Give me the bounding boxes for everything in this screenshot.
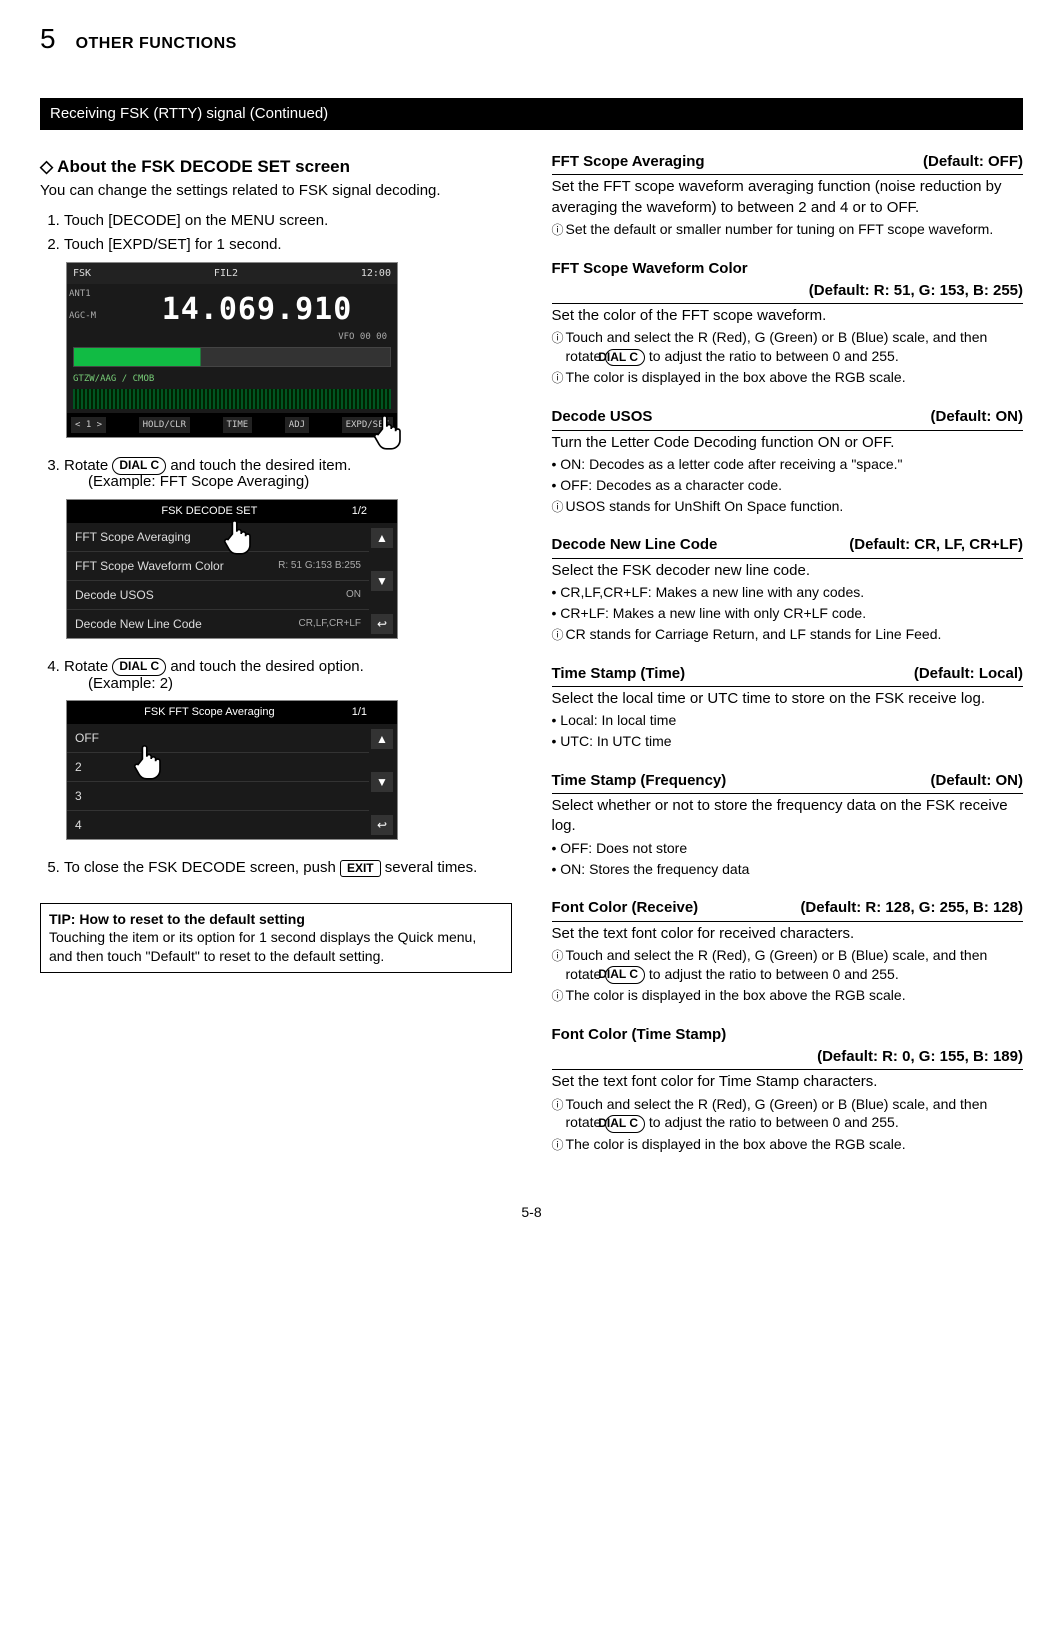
subsection-heading: ◇ About the FSK DECODE SET screen	[40, 156, 512, 179]
tip-heading: TIP: How to reset to the default setting	[49, 911, 305, 927]
setting-timestamp-frequency: Time Stamp (Frequency)(Default: ON) Sele…	[552, 771, 1024, 879]
ss1-clock: 12:00	[361, 267, 391, 281]
chapter-title: OTHER FUNCTIONS	[76, 33, 237, 55]
right-column: FFT Scope Averaging(Default: OFF) Set th…	[552, 152, 1024, 1173]
setting-fft-waveform-color: FFT Scope Waveform Color (Default: R: 51…	[552, 259, 1024, 388]
step-2: Touch [EXPD/SET] for 1 second.	[64, 235, 512, 255]
radio-screenshot-2: FSK DECODE SET1/2 FFT Scope Averaging FF…	[66, 499, 398, 640]
setting-decode-usos: Decode USOS(Default: ON) Turn the Letter…	[552, 407, 1024, 515]
step-4: Rotate DIAL C and touch the desired opti…	[64, 657, 512, 694]
section-bar: Receiving FSK (RTTY) signal (Continued)	[40, 98, 1023, 130]
ss1-meter	[73, 347, 391, 367]
setting-font-color-timestamp: Font Color (Time Stamp) (Default: R: 0, …	[552, 1025, 1024, 1154]
setting-timestamp-time: Time Stamp (Time)(Default: Local) Select…	[552, 664, 1024, 751]
radio-screenshot-3: FSK FFT Scope Averaging1/1 OFF 2 3 4 ▲ ▼…	[66, 700, 398, 841]
tip-body: Touching the item or its option for 1 se…	[49, 929, 476, 964]
dial-c-key: DIAL C	[605, 1115, 645, 1133]
setting-decode-newline: Decode New Line Code(Default: CR, LF, CR…	[552, 535, 1024, 643]
exit-key: EXIT	[340, 860, 381, 878]
ss1-filter: FIL2	[214, 267, 238, 281]
touch-hand-icon	[217, 512, 261, 556]
tip-box: TIP: How to reset to the default setting…	[40, 903, 512, 974]
dial-c-key: DIAL C	[605, 966, 645, 984]
step-3: Rotate DIAL C and touch the desired item…	[64, 456, 512, 493]
setting-fft-averaging: FFT Scope Averaging(Default: OFF) Set th…	[552, 152, 1024, 239]
touch-hand-icon	[367, 407, 411, 451]
page-footer: 5-8	[40, 1203, 1023, 1222]
setting-font-color-receive: Font Color (Receive)(Default: R: 128, G:…	[552, 898, 1024, 1004]
step-5: To close the FSK DECODE screen, push EXI…	[64, 858, 512, 878]
dial-c-key: DIAL C	[605, 349, 645, 367]
left-column: ◇ About the FSK DECODE SET screen You ca…	[40, 152, 512, 1173]
ss1-mode: FSK	[73, 267, 91, 281]
step-1: Touch [DECODE] on the MENU screen.	[64, 211, 512, 231]
intro-text: You can change the settings related to F…	[40, 181, 512, 201]
touch-hand-icon	[127, 737, 171, 781]
chapter-number: 5	[40, 20, 56, 58]
chapter-header: 5 OTHER FUNCTIONS	[40, 20, 1023, 58]
ss1-frequency: 14.069.910	[117, 284, 397, 331]
radio-screenshot-1: FSK FIL2 12:00 ANT1 AGC-M 14.069.910 VFO…	[66, 262, 398, 438]
